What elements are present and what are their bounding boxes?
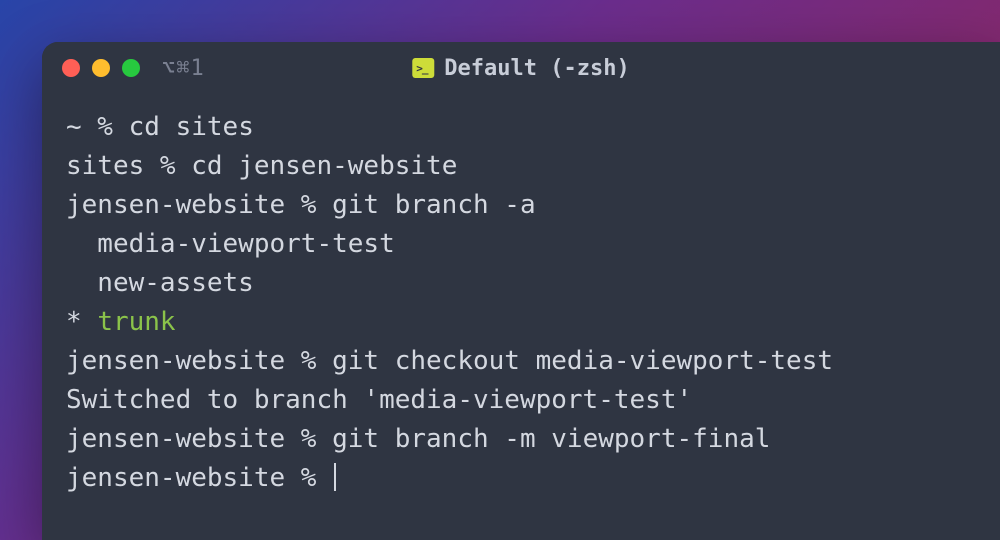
prompt: jensen-website % <box>66 346 332 376</box>
command-text: git checkout media-viewport-test <box>332 346 833 376</box>
command-text: git branch -a <box>332 190 536 220</box>
close-button[interactable] <box>62 59 80 77</box>
window-title-text: Default (-zsh) <box>444 56 629 81</box>
command-text: cd sites <box>129 112 254 142</box>
terminal-output: media-viewport-test <box>66 225 976 264</box>
command-text: cd jensen-website <box>191 151 457 181</box>
prompt: jensen-website % <box>66 424 332 454</box>
terminal-output: new-assets <box>66 264 976 303</box>
terminal-line: jensen-website % <box>66 459 976 498</box>
terminal-line: jensen-website % git checkout media-view… <box>66 342 976 381</box>
terminal-line: ~ % cd sites <box>66 108 976 147</box>
window-title: Default (-zsh) <box>412 56 629 81</box>
terminal-line: jensen-website % git branch -m viewport-… <box>66 420 976 459</box>
prompt: jensen-website % <box>66 190 332 220</box>
minimize-button[interactable] <box>92 59 110 77</box>
titlebar: ⌥⌘1 Default (-zsh) <box>42 42 1000 94</box>
terminal-output: * trunk <box>66 303 976 342</box>
terminal-window: ⌥⌘1 Default (-zsh) ~ % cd sites sites % … <box>42 42 1000 540</box>
prompt: sites % <box>66 151 191 181</box>
traffic-lights <box>62 59 140 77</box>
current-branch-name: trunk <box>97 307 175 337</box>
terminal-line: jensen-website % git branch -a <box>66 186 976 225</box>
window-shortcut-label: ⌥⌘1 <box>162 56 205 81</box>
prompt: ~ % <box>66 112 129 142</box>
terminal-output: Switched to branch 'media-viewport-test' <box>66 381 976 420</box>
maximize-button[interactable] <box>122 59 140 77</box>
terminal-body[interactable]: ~ % cd sites sites % cd jensen-website j… <box>42 94 1000 512</box>
prompt: jensen-website % <box>66 463 332 493</box>
terminal-icon <box>412 58 434 78</box>
cursor <box>334 463 336 491</box>
current-branch-marker: * <box>66 307 97 337</box>
command-text: git branch -m viewport-final <box>332 424 770 454</box>
terminal-line: sites % cd jensen-website <box>66 147 976 186</box>
